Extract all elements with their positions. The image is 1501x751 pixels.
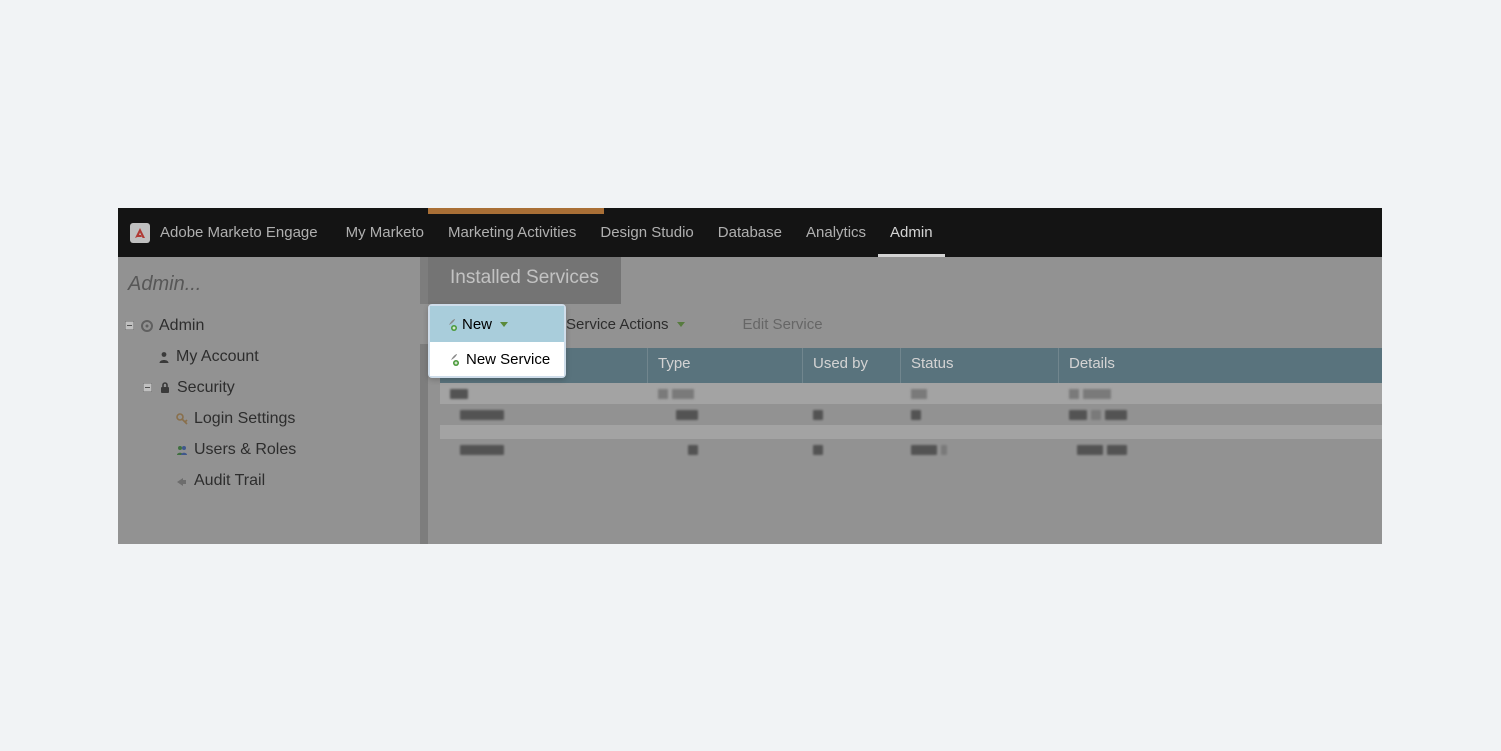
new-button[interactable]: New [430,306,564,342]
col-status[interactable]: Status [901,348,1059,383]
app-frame: Adobe Marketo Engage My Marketo Marketin… [118,208,1382,544]
new-service-label: New Service [466,351,550,368]
lock-icon [157,380,173,396]
collapse-icon [142,382,153,393]
gear-icon [139,318,155,334]
tree-users-roles-label: Users & Roles [194,441,296,459]
tree-my-account-label: My Account [176,348,259,366]
sidebar: Admin... Admin My Account Security [118,257,420,544]
tab-installed-services[interactable]: Installed Services [428,257,621,304]
nav-design-studio[interactable]: Design Studio [588,208,705,257]
main-panel: Installed Services Service Actions Edit … [420,257,1382,544]
person-icon [156,349,172,365]
table-header: Name Type Used by Status Details [440,348,1382,383]
new-service-menu-item[interactable]: New Service [430,342,564,376]
body-row: Admin... Admin My Account Security [118,257,1382,544]
users-icon [174,442,190,458]
tree-security[interactable]: Security [118,372,420,403]
nav-analytics[interactable]: Analytics [794,208,878,257]
service-actions-label: Service Actions [566,316,669,333]
tree-login-settings-label: Login Settings [194,410,295,428]
tree-security-label: Security [177,379,235,397]
tree-admin-label: Admin [159,317,204,335]
col-used-by[interactable]: Used by [803,348,901,383]
nav-admin[interactable]: Admin [878,208,945,257]
tree-users-roles[interactable]: Users & Roles [118,434,420,465]
tree-login-settings[interactable]: Login Settings [118,403,420,434]
tree-admin[interactable]: Admin [118,310,420,341]
nav-database[interactable]: Database [706,208,794,257]
splitter-handle[interactable] [420,257,428,544]
chevron-down-icon [677,322,685,327]
rocket-plus-icon [442,316,458,332]
toolbar: Service Actions Edit Service New [420,304,1382,344]
tab-row: Installed Services [420,257,1382,304]
new-dropdown: New New Service [428,304,566,378]
top-nav: Adobe Marketo Engage My Marketo Marketin… [118,208,1382,257]
nav-my-marketo[interactable]: My Marketo [334,208,436,257]
edit-service-label: Edit Service [743,316,823,333]
tree: Admin My Account Security Login Settings [118,310,420,496]
adobe-logo-icon [130,223,150,243]
table-row[interactable] [440,425,1382,439]
sidebar-title: Admin... [118,257,420,310]
col-details[interactable]: Details [1059,348,1382,383]
nav-marketing-activities[interactable]: Marketing Activities [436,208,588,257]
rocket-icon [723,316,739,332]
megaphone-icon [174,473,190,489]
chevron-down-icon [500,322,508,327]
new-label: New [462,316,492,333]
tree-audit-trail[interactable]: Audit Trail [118,465,420,496]
edit-service-button[interactable]: Edit Service [711,305,835,343]
tree-audit-trail-label: Audit Trail [194,472,265,490]
rocket-plus-icon [444,351,460,367]
key-icon [174,411,190,427]
collapse-icon [124,320,135,331]
table-row[interactable] [440,404,1382,425]
table-body [440,383,1382,460]
tree-my-account[interactable]: My Account [118,341,420,372]
table-row[interactable] [440,439,1382,460]
table-row[interactable] [440,383,1382,404]
orange-strip [428,208,604,214]
services-table: Name Type Used by Status Details [440,348,1382,544]
col-type[interactable]: Type [648,348,803,383]
brand-label: Adobe Marketo Engage [160,224,318,241]
